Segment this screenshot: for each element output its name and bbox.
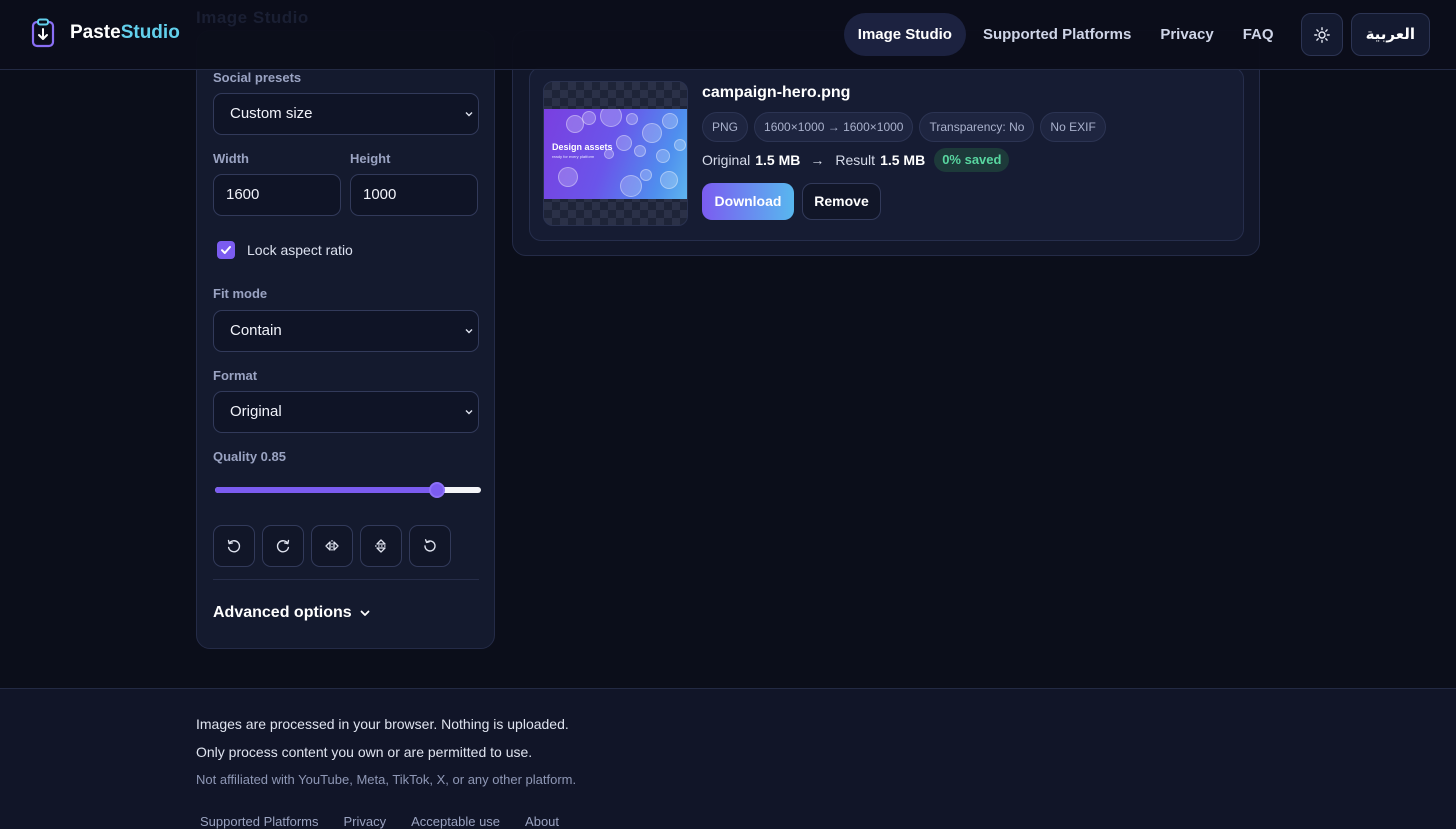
width-label: Width <box>213 151 249 166</box>
quality-slider[interactable] <box>215 482 481 498</box>
social-presets-value: Custom size <box>230 105 313 122</box>
dimensions-chip: 1600×1000 → 1600×1000 <box>754 112 914 142</box>
brand-name: PasteStudio <box>70 22 180 44</box>
lock-aspect-checkbox[interactable] <box>217 241 235 259</box>
thumbnail-image: Design assets ready for every platform <box>544 109 687 199</box>
quality-slider-handle[interactable] <box>428 482 445 498</box>
footer-link-supported-platforms[interactable]: Supported Platforms <box>200 814 319 829</box>
format-select[interactable]: Original <box>213 391 479 433</box>
nav-image-studio[interactable]: Image Studio <box>843 13 966 56</box>
format-value: Original <box>230 403 282 420</box>
social-presets-select[interactable]: Custom size <box>213 93 479 135</box>
thumbnail-heading: Design assets <box>552 142 613 152</box>
section-divider <box>213 579 479 580</box>
remove-button[interactable]: Remove <box>802 183 881 220</box>
image-thumbnail: Design assets ready for every platform <box>543 81 688 226</box>
flip-horizontal-button[interactable] <box>311 525 353 567</box>
social-presets-label: Social presets <box>213 70 302 85</box>
fit-mode-value: Contain <box>230 322 282 339</box>
footer: Images are processed in your browser. No… <box>0 688 1456 829</box>
size-comparison: Original 1.5 MB → Result 1.5 MB 0% saved <box>702 148 1010 172</box>
chevron-down-icon <box>360 610 370 616</box>
nav-faq[interactable]: FAQ <box>1229 13 1288 56</box>
checkmark-icon <box>221 246 231 254</box>
lock-aspect-label[interactable]: Lock aspect ratio <box>247 242 353 258</box>
brand-name-part1: Paste <box>70 22 121 43</box>
format-chip: PNG <box>702 112 749 142</box>
fit-mode-select[interactable]: Contain <box>213 310 479 352</box>
advanced-options-label: Advanced options <box>213 604 352 621</box>
chevron-down-icon <box>465 112 473 117</box>
footer-link-acceptable-use[interactable]: Acceptable use <box>411 814 500 829</box>
rotate-left-button[interactable] <box>213 525 255 567</box>
clipboard-download-icon <box>31 18 55 48</box>
width-input[interactable]: 1600 <box>213 174 341 216</box>
rotate-left-icon <box>227 539 241 553</box>
language-switch-button[interactable]: العربية <box>1350 13 1430 56</box>
transparency-chip: Transparency: No <box>919 112 1035 142</box>
file-name: campaign-hero.png <box>702 84 851 101</box>
transform-toolbar <box>213 525 451 567</box>
brand-logo-link[interactable]: PasteStudio <box>30 18 180 48</box>
theme-toggle-button[interactable] <box>1300 13 1343 56</box>
fit-mode-label: Fit mode <box>213 286 268 301</box>
rotate-right-button[interactable] <box>262 525 304 567</box>
arrow-right-icon: → <box>810 152 825 168</box>
top-navbar: Image Studio PasteStudio Image Studio Su… <box>0 0 1456 70</box>
format-label: Format <box>213 368 258 383</box>
file-card: Design assets ready for every platform c… <box>529 67 1244 241</box>
advanced-options-toggle[interactable]: Advanced options <box>213 604 371 622</box>
quality-label: Quality 0.85 <box>213 449 286 464</box>
height-input[interactable]: 1000 <box>350 174 478 216</box>
result-size: 1.5 MB <box>880 152 926 168</box>
nav-privacy[interactable]: Privacy <box>1146 13 1227 56</box>
settings-panel: Social presets Custom size Width Height … <box>196 30 495 649</box>
page-heading-behind-header: Image Studio <box>196 8 309 27</box>
chevron-down-icon <box>465 410 473 415</box>
quality-slider-fill <box>215 487 437 493</box>
nav-supported-platforms[interactable]: Supported Platforms <box>969 13 1145 56</box>
brand-name-part2: Studio <box>120 22 180 43</box>
file-meta-chips: PNG 1600×1000 → 1600×1000 Transparency: … <box>702 112 1106 142</box>
footer-privacy-note: Images are processed in your browser. No… <box>196 716 569 732</box>
result-label: Result <box>835 152 876 168</box>
footer-permission-note: Only process content you own or are perm… <box>196 744 533 760</box>
flip-vertical-button[interactable] <box>360 525 402 567</box>
height-label: Height <box>350 151 391 166</box>
footer-link-privacy[interactable]: Privacy <box>344 814 387 829</box>
main-nav: Image Studio Supported Platforms Privacy… <box>843 13 1430 56</box>
footer-link-about[interactable]: About <box>525 814 559 829</box>
thumbnail-subheading: ready for every platform <box>552 154 595 159</box>
reset-button[interactable] <box>409 525 451 567</box>
exif-chip: No EXIF <box>1040 112 1106 142</box>
original-size: 1.5 MB <box>755 152 801 168</box>
download-button[interactable]: Download <box>702 183 794 220</box>
chevron-down-icon <box>465 329 473 334</box>
flip-horizontal-icon <box>325 540 339 552</box>
footer-disclaimer: Not affiliated with YouTube, Meta, TikTo… <box>196 772 577 787</box>
saved-badge: 0% saved <box>934 148 1010 172</box>
original-label: Original <box>702 152 751 168</box>
reset-icon <box>424 539 436 552</box>
flip-vertical-icon <box>375 539 387 553</box>
footer-links: Supported Platforms Privacy Acceptable u… <box>200 814 559 829</box>
sun-icon <box>1313 26 1330 43</box>
rotate-right-icon <box>276 539 290 553</box>
